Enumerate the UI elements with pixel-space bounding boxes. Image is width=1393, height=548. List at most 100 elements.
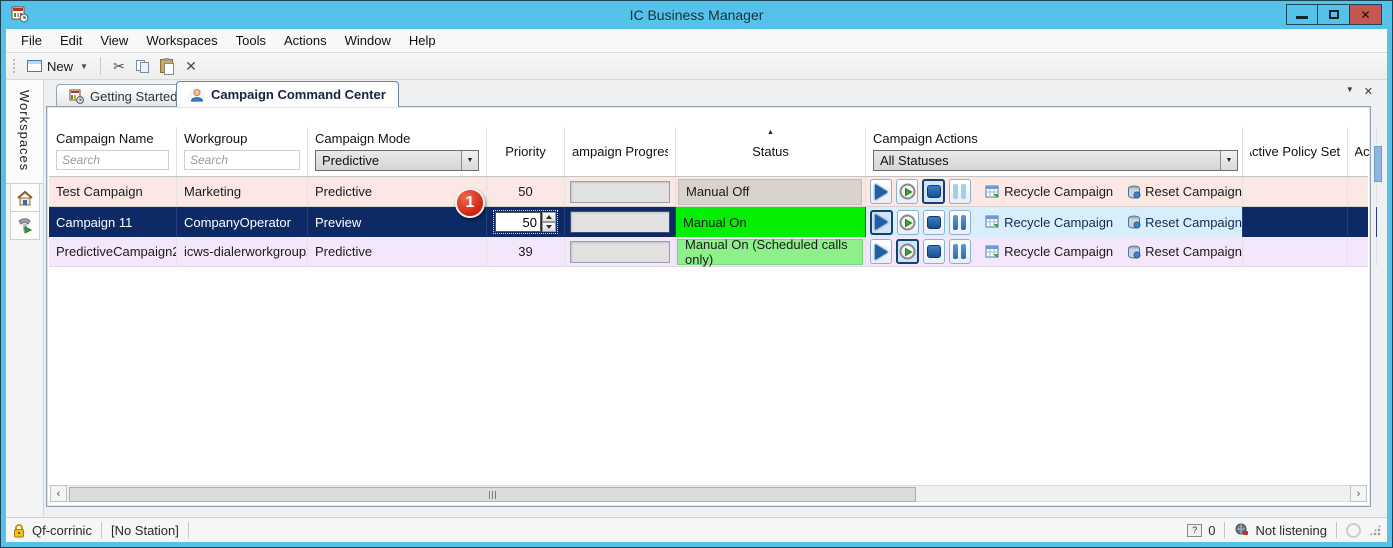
start-campaign-button[interactable] bbox=[870, 210, 893, 235]
menu-workspaces[interactable]: Workspaces bbox=[137, 30, 226, 51]
new-dropdown-caret-icon[interactable]: ▼ bbox=[80, 62, 88, 71]
menu-file[interactable]: File bbox=[12, 30, 51, 51]
table-row-campaign-11[interactable]: Campaign 11 CompanyOperator Preview bbox=[49, 207, 1368, 237]
statusbar-separator bbox=[188, 522, 189, 538]
workspace-home-tab[interactable] bbox=[10, 184, 40, 212]
recycle-campaign-button[interactable]: Recycle Campaign bbox=[985, 215, 1113, 230]
reset-campaign-button[interactable]: Reset Campaign bbox=[1127, 184, 1242, 199]
close-button[interactable]: ✕ bbox=[1350, 4, 1382, 25]
person-icon bbox=[189, 87, 205, 103]
tab-list-dropdown-icon[interactable]: ▼ bbox=[1346, 85, 1354, 98]
tab-close-icon[interactable]: ✕ bbox=[1364, 85, 1373, 98]
delete-button[interactable]: ✕ bbox=[179, 55, 203, 77]
status-filter-value: All Statuses bbox=[874, 153, 1220, 168]
menu-bar: File Edit View Workspaces Tools Actions … bbox=[6, 29, 1387, 53]
reset-campaign-button[interactable]: Reset Campaign bbox=[1127, 215, 1242, 230]
priority-cell[interactable]: 39 bbox=[487, 237, 565, 266]
grid-header-row: Campaign Name Workgroup Campaign Mode P bbox=[49, 127, 1368, 177]
pause-campaign-button[interactable] bbox=[949, 239, 971, 264]
menu-tools[interactable]: Tools bbox=[227, 30, 275, 51]
stop-campaign-button[interactable] bbox=[923, 210, 945, 235]
listening-status-item[interactable]: Not listening bbox=[1234, 523, 1327, 538]
priority-decrement-button[interactable] bbox=[542, 222, 556, 232]
workgroup-header-label[interactable]: Workgroup bbox=[184, 131, 300, 146]
header-campaign-progress[interactable]: Campaign Progress bbox=[565, 127, 676, 176]
reset-campaign-button[interactable]: Reset Campaign bbox=[1127, 244, 1242, 259]
start-campaign-button[interactable] bbox=[870, 239, 892, 264]
header-status[interactable]: ▲ Status bbox=[676, 127, 866, 176]
menu-edit[interactable]: Edit bbox=[51, 30, 91, 51]
campaign-mode-dropdown-caret-icon[interactable]: ▼ bbox=[461, 151, 478, 170]
priority-input[interactable] bbox=[495, 212, 541, 232]
status-badge: Manual On bbox=[676, 207, 865, 237]
minimize-button[interactable] bbox=[1286, 4, 1318, 25]
start-campaign-button[interactable] bbox=[870, 179, 892, 204]
ac-header-label: Ac bbox=[1355, 131, 1369, 172]
scheduled-calls-button[interactable] bbox=[897, 210, 919, 235]
toolbar-grip bbox=[12, 58, 16, 74]
status-filter-dropdown-caret-icon[interactable]: ▼ bbox=[1220, 151, 1237, 170]
scroll-right-button[interactable]: › bbox=[1350, 485, 1367, 502]
workgroup-cell: Marketing bbox=[177, 177, 308, 206]
recycle-icon bbox=[985, 245, 1000, 259]
paste-button[interactable] bbox=[155, 55, 179, 77]
header-priority[interactable]: Priority bbox=[487, 127, 565, 176]
table-row-test-campaign[interactable]: Test Campaign Marketing Predictive 50 Ma… bbox=[49, 177, 1368, 207]
status-filter-dropdown[interactable]: All Statuses ▼ bbox=[873, 150, 1238, 171]
campaign-mode-filter-dropdown[interactable]: Predictive ▼ bbox=[315, 150, 479, 171]
campaign-name-search-input[interactable] bbox=[56, 150, 169, 170]
paste-icon bbox=[160, 59, 173, 73]
priority-cell[interactable]: 50 bbox=[487, 177, 565, 206]
sort-ascending-icon: ▲ bbox=[676, 129, 865, 136]
cut-button[interactable]: ✂ bbox=[107, 55, 131, 77]
active-policy-sets-header-label: Active Policy Sets bbox=[1250, 131, 1340, 172]
chevron-right-icon: › bbox=[1357, 488, 1361, 500]
menu-window[interactable]: Window bbox=[336, 30, 400, 51]
tab-campaign-command-center[interactable]: Campaign Command Center bbox=[176, 81, 399, 107]
new-button[interactable]: New ▼ bbox=[21, 57, 94, 76]
resize-grip[interactable] bbox=[1369, 524, 1381, 536]
station-label: [No Station] bbox=[111, 523, 179, 538]
active-policy-sets-cell bbox=[1243, 237, 1348, 266]
scheduled-play-icon bbox=[899, 183, 916, 200]
lock-icon bbox=[12, 523, 26, 538]
stop-campaign-button[interactable] bbox=[922, 179, 945, 204]
scrollbar-track[interactable] bbox=[67, 485, 1350, 502]
workspace-dialer-tab[interactable] bbox=[10, 212, 40, 240]
status-badge: Manual Off bbox=[678, 179, 862, 205]
scroll-left-button[interactable]: ‹ bbox=[50, 485, 67, 502]
alerts-status-item[interactable]: ? 0 bbox=[1187, 523, 1215, 538]
header-active-policy-sets[interactable]: Active Policy Sets bbox=[1243, 127, 1348, 176]
stop-campaign-button[interactable] bbox=[923, 239, 945, 264]
workgroup-search-input[interactable] bbox=[184, 150, 300, 170]
pause-campaign-button[interactable] bbox=[949, 179, 971, 204]
house-icon bbox=[16, 190, 34, 206]
campaign-actions-header-label[interactable]: Campaign Actions bbox=[873, 131, 1235, 146]
workgroup-cell: CompanyOperator bbox=[177, 207, 308, 237]
priority-increment-button[interactable] bbox=[542, 212, 556, 222]
toolbar: New ▼ ✂ ✕ bbox=[6, 53, 1387, 80]
recycle-campaign-button[interactable]: Recycle Campaign bbox=[985, 184, 1113, 199]
campaign-name-header-label[interactable]: Campaign Name bbox=[56, 131, 169, 146]
header-ac-truncated[interactable]: Ac bbox=[1348, 127, 1377, 176]
pause-icon bbox=[953, 215, 966, 230]
tab-getting-started[interactable]: Getting Started bbox=[56, 84, 190, 107]
recycle-campaign-label: Recycle Campaign bbox=[1004, 244, 1113, 259]
campaign-mode-header-label[interactable]: Campaign Mode bbox=[315, 131, 479, 146]
recycle-campaign-button[interactable]: Recycle Campaign bbox=[985, 244, 1113, 259]
minimize-icon bbox=[1296, 16, 1308, 19]
reset-campaign-label: Reset Campaign bbox=[1145, 215, 1242, 230]
table-row-predictive-campaign-2[interactable]: PredictiveCampaign2 icws-dialerworkgroup… bbox=[49, 237, 1368, 267]
copy-button[interactable] bbox=[131, 55, 155, 77]
menu-view[interactable]: View bbox=[91, 30, 137, 51]
pause-campaign-button[interactable] bbox=[949, 210, 971, 235]
scheduled-calls-button[interactable] bbox=[896, 239, 919, 264]
status-cell: Manual On (Scheduled calls only) bbox=[676, 237, 866, 266]
scheduled-calls-button[interactable] bbox=[896, 179, 918, 204]
maximize-button[interactable] bbox=[1318, 4, 1350, 25]
tab-campaign-command-center-label: Campaign Command Center bbox=[211, 87, 386, 102]
menu-help[interactable]: Help bbox=[400, 30, 445, 51]
vertical-scrollbar-thumb[interactable] bbox=[1374, 146, 1382, 182]
menu-actions[interactable]: Actions bbox=[275, 30, 336, 51]
scrollbar-thumb[interactable] bbox=[69, 487, 916, 502]
